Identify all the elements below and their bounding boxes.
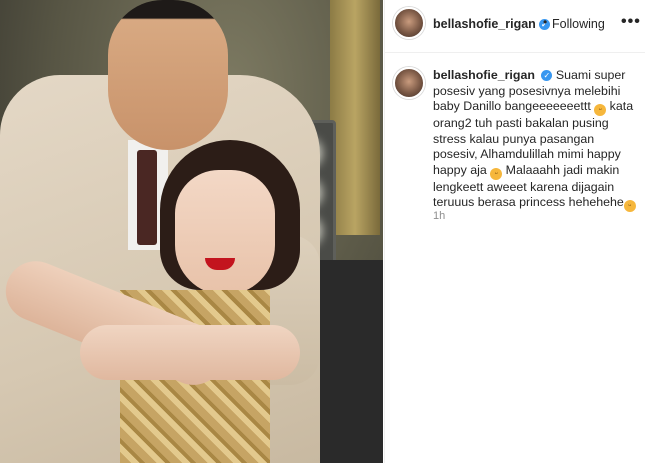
post-timestamp[interactable]: 1h <box>433 210 445 222</box>
photo-gold-frame <box>330 0 380 235</box>
more-options-icon[interactable]: ••• <box>621 13 641 31</box>
header-username-text[interactable]: bellashofie_rigan <box>433 17 536 31</box>
header-avatar[interactable] <box>393 7 425 39</box>
photo-man-tie <box>137 150 157 245</box>
post-photo[interactable] <box>0 0 383 463</box>
header-username[interactable]: bellashofie_rigan ✓ <box>433 17 550 31</box>
photo-woman-face <box>175 170 275 295</box>
header-separator: • <box>543 15 548 29</box>
following-button[interactable]: Following <box>552 17 605 31</box>
grinning-emoji-icon: ᵕ <box>623 200 636 212</box>
caption-avatar[interactable] <box>393 67 425 99</box>
verified-badge-icon: ✓ <box>541 70 553 82</box>
post-side-panel: bellashofie_rigan ✓ • Following ••• bella… <box>384 0 645 463</box>
post-caption: bellashofie_rigan ✓ Suami super posesiv … <box>433 68 638 212</box>
caption-username[interactable]: bellashofie_rigan <box>433 68 535 82</box>
photo-man-arm <box>80 325 300 380</box>
post-header: bellashofie_rigan ✓ • Following ••• <box>385 0 645 53</box>
grinning-emoji-icon: ᵕ <box>490 167 503 180</box>
photo-man-head <box>108 0 228 150</box>
grinning-emoji-icon: ᵕ <box>594 104 607 116</box>
